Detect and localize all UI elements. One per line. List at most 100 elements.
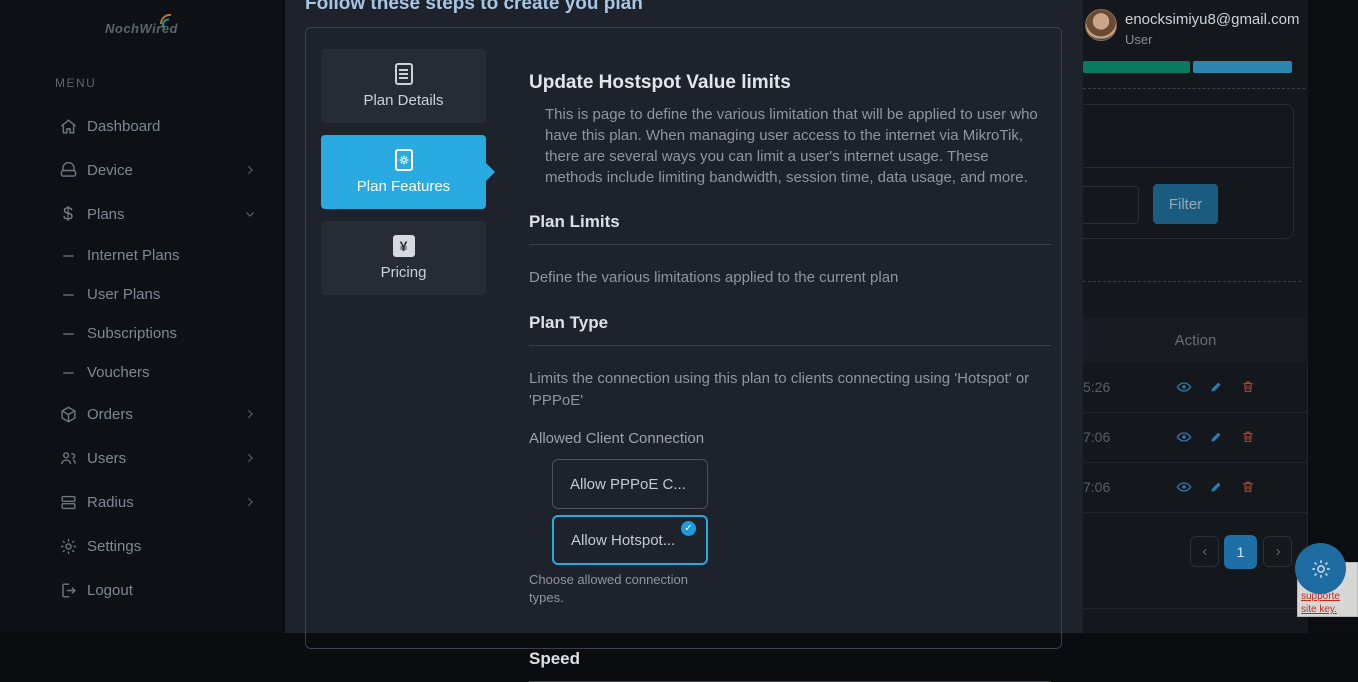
menu-section-label: MENU: [55, 76, 96, 90]
step-label: Plan Features: [357, 178, 450, 195]
edit-pencil-icon[interactable]: [1207, 478, 1224, 495]
plan-limits-title: Plan Limits: [529, 212, 1051, 232]
sidebar-item-device[interactable]: Device: [0, 148, 283, 192]
sidebar-item-label: Internet Plans: [87, 247, 180, 264]
background-page: enocksimiyu8@gmail.com User Filter Actio…: [1083, 0, 1358, 633]
step-label: Plan Details: [363, 92, 443, 109]
users-icon: [58, 448, 78, 468]
sidebar-item-label: Users: [87, 450, 126, 467]
step-plan-details[interactable]: Plan Details: [321, 49, 486, 123]
sidebar: NochWired MENU Dashboard Device $ Plans: [0, 0, 283, 633]
chevron-right-icon: [244, 164, 256, 176]
delete-trash-icon[interactable]: [1239, 378, 1256, 395]
create-plan-modal: Follow these steps to create you plan Pl…: [285, 0, 1083, 633]
divider: [529, 244, 1051, 245]
sidebar-item-logout[interactable]: Logout: [0, 568, 283, 612]
step-plan-features[interactable]: Plan Features: [321, 135, 486, 209]
sidebar-item-user-plans[interactable]: User Plans: [0, 275, 283, 314]
row-timestamp: 7:06: [1083, 479, 1110, 495]
sidebar-item-label: Subscriptions: [87, 325, 177, 342]
content-heading: Update Hostspot Value limits: [529, 72, 1051, 94]
device-icon: [58, 160, 78, 180]
delete-trash-icon[interactable]: [1239, 478, 1256, 495]
step-pricing[interactable]: ¥ Pricing: [321, 221, 486, 295]
package-icon: [58, 404, 78, 424]
sidebar-item-label: Vouchers: [87, 364, 150, 381]
sidebar-item-label: Orders: [87, 406, 133, 423]
sidebar-item-label: Plans: [87, 206, 125, 223]
table-row: 7:06: [1083, 462, 1308, 513]
sidebar-item-settings[interactable]: Settings: [0, 524, 283, 568]
plan-steps-panel: Plan Details Plan Features ¥ Pricing Upd…: [305, 27, 1062, 649]
filter-input[interactable]: [1083, 186, 1139, 224]
delete-trash-icon[interactable]: [1239, 428, 1256, 445]
chevron-right-icon: [244, 452, 256, 464]
dashed-divider: [1083, 88, 1305, 89]
plan-features-content: Update Hostspot Value limits This is pag…: [529, 28, 1051, 682]
option-label: Allow PPPoE C...: [570, 476, 686, 493]
sidebar-item-label: User Plans: [87, 286, 160, 303]
edit-pencil-icon[interactable]: [1207, 428, 1224, 445]
dash-icon: [63, 255, 74, 257]
home-icon: [58, 116, 78, 136]
blue-action-button[interactable]: [1193, 61, 1292, 73]
view-eye-icon[interactable]: [1175, 478, 1192, 495]
sidebar-item-vouchers[interactable]: Vouchers: [0, 353, 283, 392]
sidebar-item-users[interactable]: Users: [0, 436, 283, 480]
green-action-button[interactable]: [1083, 61, 1190, 73]
connection-options: Allow PPPoE C... Allow Hotspot... ✓: [552, 459, 708, 565]
sidebar-item-label: Settings: [87, 538, 141, 555]
row-timestamp: 5:26: [1083, 379, 1110, 395]
sidebar-item-label: Radius: [87, 494, 134, 511]
selected-check-icon: ✓: [681, 521, 696, 536]
row-timestamp: 7:06: [1083, 429, 1110, 445]
edit-pencil-icon[interactable]: [1207, 378, 1224, 395]
option-allow-pppoe[interactable]: Allow PPPoE C...: [552, 459, 708, 509]
sidebar-item-dashboard[interactable]: Dashboard: [0, 104, 283, 148]
app-logo: NochWired: [0, 0, 283, 60]
logout-icon: [58, 580, 78, 600]
allowed-client-connection-label: Allowed Client Connection: [529, 430, 1051, 447]
option-allow-hotspot[interactable]: Allow Hotspot... ✓: [552, 515, 708, 565]
pagination-next-button[interactable]: [1263, 536, 1292, 567]
dollar-icon: $: [58, 204, 78, 224]
divider: [529, 345, 1051, 346]
speed-title: Speed: [529, 649, 1051, 669]
pagination-page-1[interactable]: 1: [1224, 535, 1257, 569]
dashed-divider: [1083, 281, 1301, 282]
plan-type-title: Plan Type: [529, 313, 1051, 333]
dash-icon: [63, 372, 74, 374]
dash-icon: [63, 294, 74, 296]
step-nav: Plan Details Plan Features ¥ Pricing: [321, 49, 486, 295]
modal-title: Follow these steps to create you plan: [305, 0, 643, 15]
chevron-down-icon: [244, 208, 256, 220]
sidebar-nav: Dashboard Device $ Plans Internet Plans …: [0, 104, 283, 612]
dash-icon: [63, 333, 74, 335]
filter-button[interactable]: Filter: [1153, 184, 1218, 224]
document-gear-icon: [395, 149, 413, 171]
sidebar-item-plans[interactable]: $ Plans: [0, 192, 283, 236]
view-eye-icon[interactable]: [1175, 378, 1192, 395]
option-label: Allow Hotspot...: [571, 532, 675, 549]
sidebar-item-internet-plans[interactable]: Internet Plans: [0, 236, 283, 275]
pagination-prev-button[interactable]: [1190, 536, 1219, 567]
sidebar-item-subscriptions[interactable]: Subscriptions: [0, 314, 283, 353]
connection-helper-text: Choose allowed connection types.: [529, 571, 699, 607]
recaptcha-error-link[interactable]: site key.: [1301, 603, 1357, 616]
avatar[interactable]: [1085, 9, 1117, 41]
user-email: enocksimiyu8@gmail.com: [1125, 11, 1299, 28]
view-eye-icon[interactable]: [1175, 428, 1192, 445]
chevron-right-icon: [244, 408, 256, 420]
table-action-header: Action: [1083, 318, 1308, 362]
chevron-right-icon: [244, 496, 256, 508]
table-row: 7:06: [1083, 412, 1308, 463]
settings-fab-button[interactable]: [1295, 543, 1346, 594]
sidebar-item-orders[interactable]: Orders: [0, 392, 283, 436]
gear-icon: [58, 536, 78, 556]
user-role: User: [1125, 32, 1152, 47]
table-row: 5:26: [1083, 362, 1308, 413]
sidebar-item-radius[interactable]: Radius: [0, 480, 283, 524]
sidebar-item-label: Logout: [87, 582, 133, 599]
yen-icon: ¥: [393, 235, 415, 257]
page-gutter: [1308, 0, 1358, 633]
